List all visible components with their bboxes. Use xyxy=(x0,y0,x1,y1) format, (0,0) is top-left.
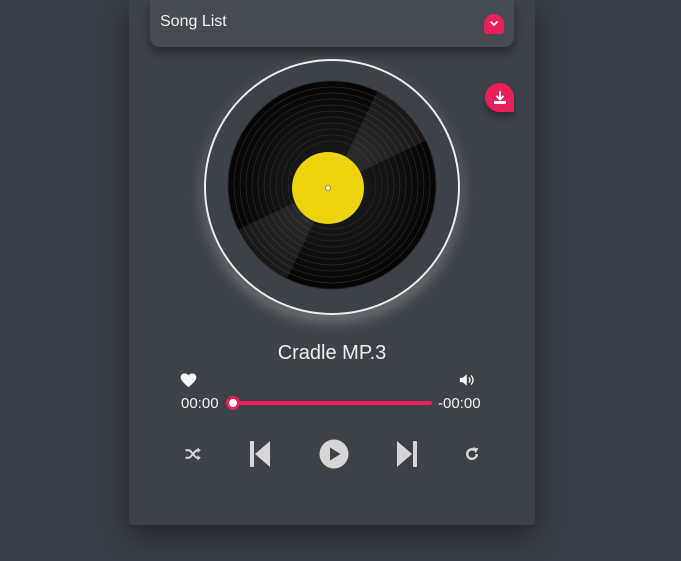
volume-icon xyxy=(459,374,474,386)
progress-thumb[interactable] xyxy=(226,396,240,410)
download-button[interactable] xyxy=(485,83,514,112)
elapsed-time: 00:00 xyxy=(181,395,219,412)
next-button[interactable] xyxy=(395,439,419,469)
song-list-label: Song List xyxy=(160,13,227,30)
play-button[interactable] xyxy=(318,438,349,469)
repeat-button[interactable] xyxy=(463,445,481,463)
skip-previous-icon xyxy=(250,441,270,467)
song-title: Cradle MP.3 xyxy=(277,342,387,364)
vinyl-record xyxy=(227,80,437,290)
favorite-button[interactable] xyxy=(179,372,197,388)
remaining-time: -00:00 xyxy=(438,395,481,412)
chevron-down-icon xyxy=(490,21,498,27)
shuffle-icon xyxy=(185,447,201,461)
previous-button[interactable] xyxy=(248,439,272,469)
play-icon xyxy=(319,439,348,468)
shuffle-button[interactable] xyxy=(182,443,204,465)
song-list-toggle-button[interactable] xyxy=(484,14,504,34)
repeat-icon xyxy=(466,447,479,460)
volume-button[interactable] xyxy=(458,372,476,388)
heart-icon xyxy=(180,372,196,387)
download-icon xyxy=(493,90,506,104)
skip-next-icon xyxy=(397,441,417,467)
progress-bar[interactable] xyxy=(233,401,432,405)
song-list-bar[interactable]: Song List xyxy=(150,0,514,47)
